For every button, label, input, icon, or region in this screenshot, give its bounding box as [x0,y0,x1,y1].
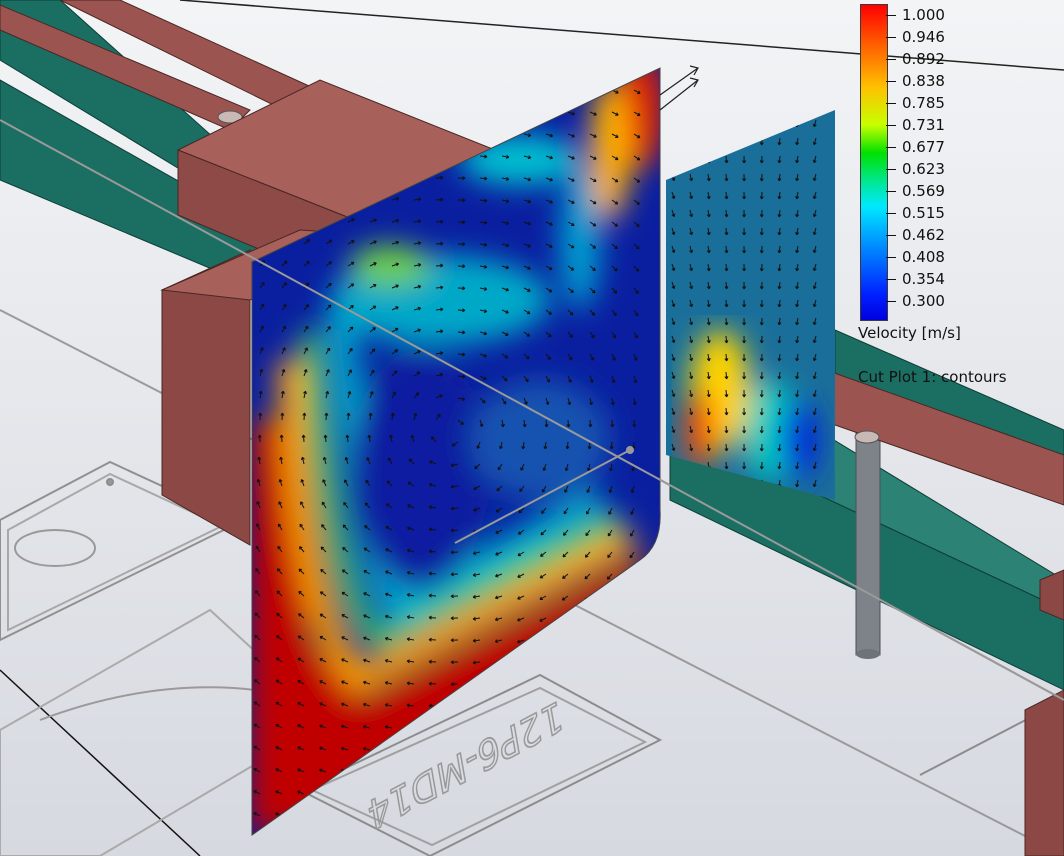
legend-tick: 0.300 [886,290,945,312]
legend-tick: 0.515 [886,202,945,224]
legend-tick-label: 0.515 [902,204,945,222]
legend-tick-label: 0.623 [902,160,945,178]
legend-tick-label: 0.731 [902,116,945,134]
legend-tick: 0.946 [886,26,945,48]
cad-viewport[interactable]: 12P6-MD14 1.000 0.946 0.892 0.838 0.785 … [0,0,1064,856]
cut-plot-label: Cut Plot 1: contours [858,368,1007,386]
legend-tick: 0.731 [886,114,945,136]
legend-tick-label: 0.838 [902,72,945,90]
legend-tick: 0.354 [886,268,945,290]
legend-tick-label: 0.354 [902,270,945,288]
legend-tick: 0.623 [886,158,945,180]
legend-tick-label: 0.946 [902,28,945,46]
legend-tick-label: 0.300 [902,292,945,310]
legend-tick: 0.785 [886,92,945,114]
legend-tick-label: 0.892 [902,50,945,68]
velocity-legend: 1.000 0.946 0.892 0.838 0.785 0.731 0.677 0.623… [856,2,1056,402]
support-rod [855,419,881,656]
legend-tick-label: 1.000 [902,6,945,24]
legend-tick: 0.838 [886,70,945,92]
legend-tick: 1.000 [886,4,945,26]
legend-tick-label: 0.408 [902,248,945,266]
legend-tick-label: 0.462 [902,226,945,244]
legend-tick-label: 0.569 [902,182,945,200]
legend-tick: 0.677 [886,136,945,158]
legend-tick: 0.462 [886,224,945,246]
legend-tick: 0.569 [886,180,945,202]
legend-tick-label: 0.785 [902,94,945,112]
legend-tick: 0.892 [886,48,945,70]
legend-tick: 0.408 [886,246,945,268]
legend-title: Velocity [m/s] [858,324,961,342]
legend-color-bar [860,4,888,321]
legend-tick-label: 0.677 [902,138,945,156]
